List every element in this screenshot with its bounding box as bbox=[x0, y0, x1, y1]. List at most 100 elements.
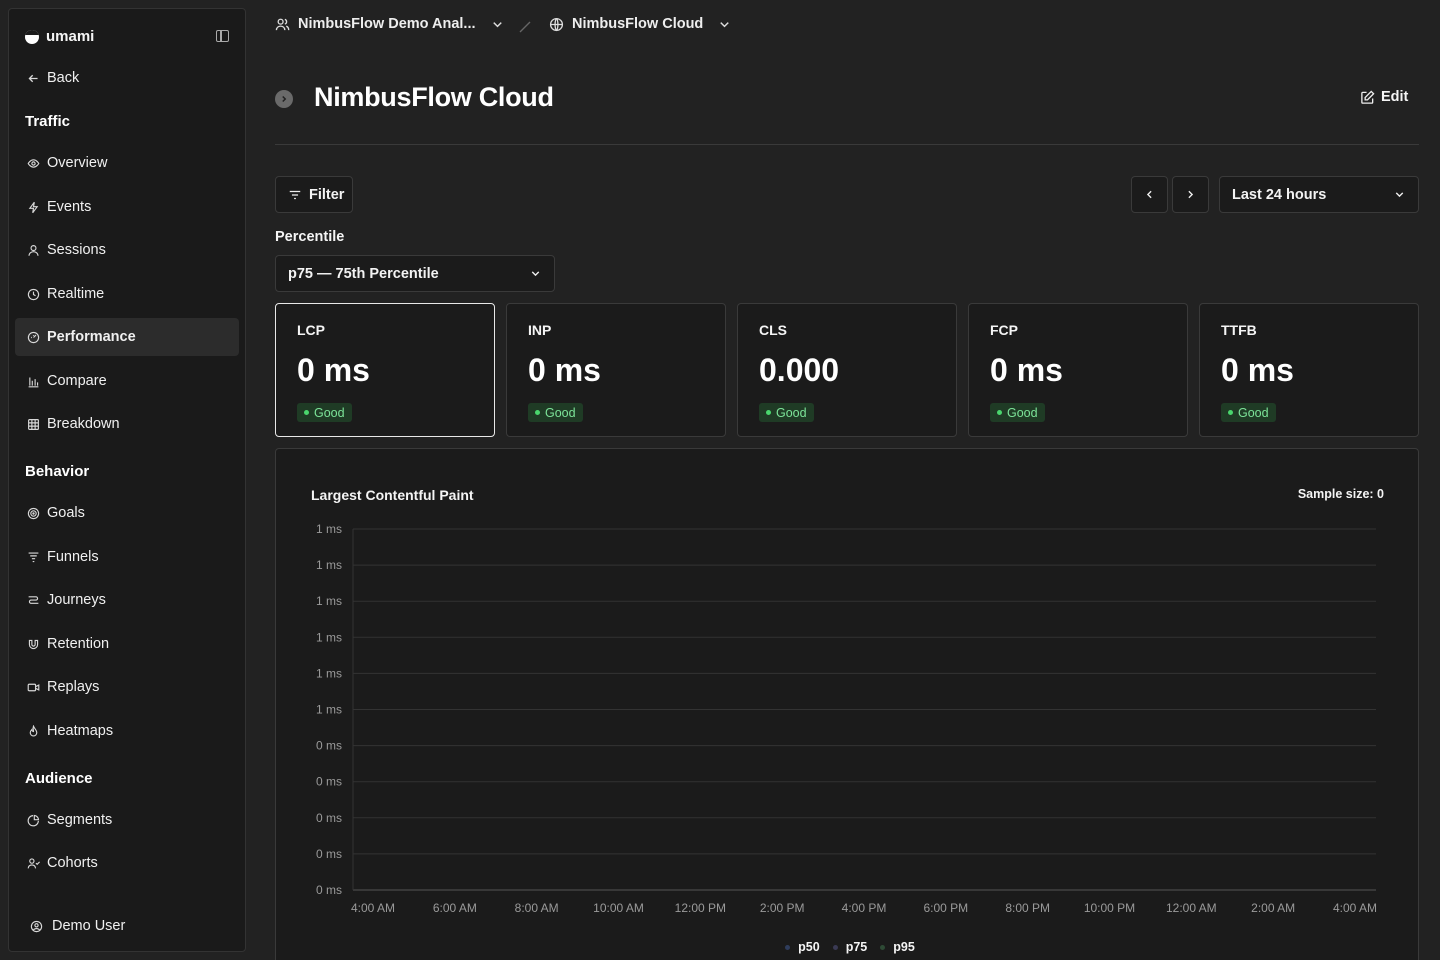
x-tick-label: 12:00 AM bbox=[1166, 901, 1217, 915]
arrow-left-icon bbox=[26, 71, 40, 85]
sidebar-item-goals[interactable]: Goals bbox=[15, 494, 239, 532]
clock-icon bbox=[26, 287, 40, 301]
sidebar-item-label: Performance bbox=[47, 329, 136, 345]
percentile-value: p75 — 75th Percentile bbox=[288, 265, 439, 282]
sidebar-item-label: Funnels bbox=[47, 549, 99, 565]
legend-dot-icon bbox=[785, 944, 791, 950]
metric-label: FCP bbox=[990, 322, 1018, 338]
status-badge: Good bbox=[759, 403, 814, 422]
page-title: NimbusFlow Cloud bbox=[314, 82, 554, 112]
status-text: Good bbox=[1238, 405, 1269, 420]
legend-item-p50[interactable]: p50 bbox=[785, 940, 820, 954]
chevron-down-icon bbox=[720, 21, 730, 27]
x-tick-label: 8:00 AM bbox=[515, 901, 559, 915]
sidebar-item-performance[interactable]: Performance bbox=[15, 318, 239, 356]
metric-label: LCP bbox=[297, 322, 325, 338]
brand-name: umami bbox=[46, 28, 95, 45]
sidebar-item-label: Compare bbox=[47, 373, 107, 389]
status-dot-icon bbox=[997, 410, 1002, 415]
sidebar-item-sessions[interactable]: Sessions bbox=[15, 231, 239, 269]
team-name: NimbusFlow Demo Anal... bbox=[298, 16, 476, 32]
x-tick-label: 8:00 PM bbox=[1005, 901, 1050, 915]
metric-card-ttfb[interactable]: TTFB 0 ms Good bbox=[1199, 303, 1419, 437]
x-tick-label: 2:00 PM bbox=[760, 901, 805, 915]
sidebar-item-compare[interactable]: Compare bbox=[15, 362, 239, 400]
header-divider bbox=[275, 144, 1419, 145]
chevron-down-icon bbox=[492, 21, 502, 27]
sidebar-item-label: Sessions bbox=[47, 242, 106, 258]
y-tick-label: 1 ms bbox=[316, 594, 342, 608]
y-tick-label: 0 ms bbox=[316, 847, 342, 861]
users-icon bbox=[275, 18, 290, 30]
previous-range-button[interactable] bbox=[1131, 176, 1168, 213]
y-tick-label: 1 ms bbox=[316, 522, 342, 536]
sidebar-item-label: Cohorts bbox=[47, 855, 98, 871]
chart-legend: p50 p75 p95 bbox=[0, 940, 1440, 954]
filter-button[interactable]: Filter bbox=[275, 176, 353, 213]
x-tick-label: 10:00 PM bbox=[1084, 901, 1135, 915]
sidebar-item-label: Realtime bbox=[47, 286, 105, 302]
sidebar-item-segments[interactable]: Segments bbox=[15, 801, 239, 839]
status-badge: Good bbox=[528, 403, 583, 422]
sidebar-item-label: Journeys bbox=[47, 592, 106, 608]
status-badge: Good bbox=[990, 403, 1045, 422]
sidebar-item-overview[interactable]: Overview bbox=[15, 144, 239, 182]
date-range-select[interactable]: Last 24 hours bbox=[1219, 176, 1419, 213]
chevron-right-icon bbox=[1188, 190, 1194, 199]
funnel-icon bbox=[26, 550, 40, 564]
website-name: NimbusFlow Cloud bbox=[572, 16, 704, 32]
lightning-icon bbox=[26, 200, 40, 214]
target-icon bbox=[26, 506, 40, 520]
metric-card-cls[interactable]: CLS 0.000 Good bbox=[737, 303, 957, 437]
status-text: Good bbox=[1007, 405, 1038, 420]
legend-item-p75[interactable]: p75 bbox=[832, 940, 868, 954]
grid-icon bbox=[26, 417, 40, 431]
sidebar-item-label: Overview bbox=[47, 155, 108, 171]
sidebar-item-journeys[interactable]: Journeys bbox=[15, 581, 239, 619]
gauge-icon bbox=[26, 330, 40, 344]
sidebar-item-label: Segments bbox=[47, 812, 113, 828]
x-tick-label: 2:00 AM bbox=[1251, 901, 1295, 915]
metric-label: INP bbox=[528, 322, 552, 338]
sidebar-item-heatmaps[interactable]: Heatmaps bbox=[15, 712, 239, 750]
edit-button[interactable]: Edit bbox=[1360, 89, 1408, 105]
metric-value: 0 ms bbox=[990, 352, 1063, 388]
sidebar-item-events[interactable]: Events bbox=[15, 188, 239, 226]
brand[interactable]: umami bbox=[25, 28, 94, 45]
team-selector[interactable]: NimbusFlow Demo Anal... bbox=[275, 16, 505, 32]
legend-label: p75 bbox=[845, 940, 868, 954]
metric-value: 0 ms bbox=[1221, 352, 1294, 388]
back-link[interactable]: Back bbox=[15, 59, 239, 97]
metric-card-fcp[interactable]: FCP 0 ms Good bbox=[968, 303, 1188, 437]
status-dot-icon bbox=[1228, 410, 1233, 415]
status-dot-icon bbox=[535, 410, 540, 415]
globe-icon bbox=[549, 17, 564, 31]
chevron-down-icon bbox=[531, 271, 540, 277]
percentile-select[interactable]: p75 — 75th Percentile bbox=[275, 255, 555, 292]
pie-chart-icon bbox=[26, 813, 40, 827]
y-tick-label: 0 ms bbox=[316, 739, 342, 753]
sidebar-item-cohorts[interactable]: Cohorts bbox=[15, 844, 239, 882]
bar-chart-icon bbox=[26, 374, 40, 388]
section-traffic: Traffic bbox=[25, 113, 71, 130]
sidebar-item-label: Replays bbox=[47, 679, 100, 695]
website-selector[interactable]: NimbusFlow Cloud bbox=[549, 16, 732, 32]
sidebar-item-retention[interactable]: Retention bbox=[15, 625, 239, 663]
next-range-button[interactable] bbox=[1172, 176, 1209, 213]
metric-card-lcp[interactable]: LCP 0 ms Good bbox=[275, 303, 495, 437]
status-badge: Good bbox=[297, 403, 352, 422]
sidebar-item-breakdown[interactable]: Breakdown bbox=[15, 405, 239, 443]
status-text: Good bbox=[776, 405, 807, 420]
x-tick-label: 4:00 PM bbox=[842, 901, 887, 915]
sidebar-item-realtime[interactable]: Realtime bbox=[15, 275, 239, 313]
y-tick-label: 1 ms bbox=[316, 630, 342, 644]
flame-icon bbox=[26, 724, 40, 738]
legend-item-p95[interactable]: p95 bbox=[880, 940, 915, 954]
metric-card-inp[interactable]: INP 0 ms Good bbox=[506, 303, 726, 437]
sidebar-item-replays[interactable]: Replays bbox=[15, 668, 239, 706]
video-icon bbox=[26, 680, 40, 694]
sidebar-item-funnels[interactable]: Funnels bbox=[15, 538, 239, 576]
sidebar-collapse-icon[interactable] bbox=[216, 30, 229, 42]
metric-value: 0 ms bbox=[528, 352, 601, 388]
breadcrumb-separator bbox=[519, 21, 531, 33]
